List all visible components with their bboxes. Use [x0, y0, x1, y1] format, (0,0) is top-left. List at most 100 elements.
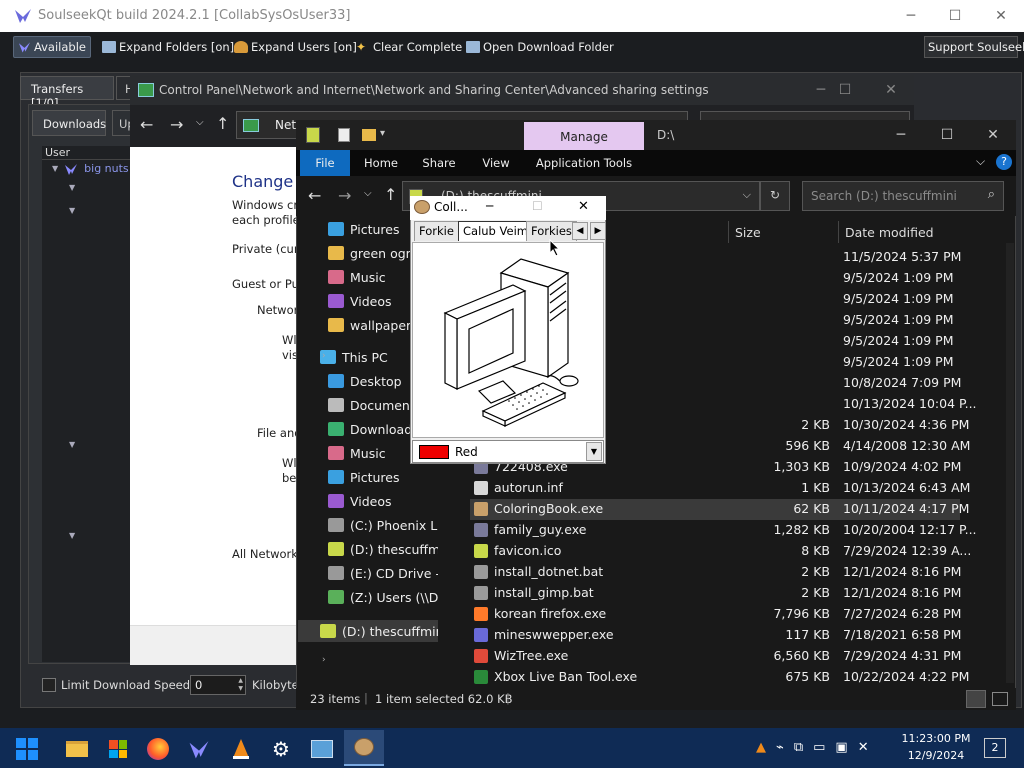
file-row[interactable]: ColoringBook.exe 62 KB 10/11/2024 4:17 PM — [470, 499, 969, 520]
column-header-date[interactable]: Date modified — [838, 221, 966, 243]
forward-arrow-icon[interactable]: → — [170, 115, 183, 134]
file-row[interactable]: install_gimp.bat 2 KB 12/1/2024 8:16 PM — [470, 583, 961, 604]
tab-view[interactable]: View — [474, 150, 518, 176]
control-panel-taskbar-icon[interactable] — [309, 736, 335, 762]
maximize-icon[interactable]: ☐ — [924, 120, 970, 150]
coloring-canvas[interactable] — [412, 242, 604, 438]
tab-file[interactable]: File — [300, 150, 350, 176]
network-icon[interactable]: ▣ — [835, 740, 847, 755]
tab-home[interactable]: Home — [358, 150, 404, 176]
explorer-titlebar[interactable]: ▾ ─ ☐ ✕ — [296, 120, 1016, 150]
limit-speed-checkbox[interactable] — [42, 678, 56, 692]
color-select[interactable]: Red ▼ — [412, 440, 604, 463]
minimize-icon[interactable]: ─ — [878, 120, 924, 150]
tree-item[interactable]: (C:) Phoenix Lite — [328, 514, 438, 536]
taskbar-clock[interactable]: 11:23:00 PM 12/9/2024 — [896, 730, 976, 764]
minimize-icon[interactable]: ─ — [888, 0, 934, 32]
expand-users-button[interactable]: Expand Users [on] — [230, 36, 361, 58]
settings-taskbar-icon[interactable]: ⚙ — [268, 736, 294, 762]
vlc-tray-icon[interactable]: ▲ — [756, 740, 766, 755]
back-arrow-icon[interactable]: ← — [308, 186, 321, 205]
tab-application-tools[interactable]: Application Tools — [530, 150, 638, 176]
chevron-down-icon[interactable]: ⌵ — [976, 154, 985, 169]
control-panel-titlebar[interactable]: Control Panel\Network and Internet\Netwo… — [130, 75, 914, 105]
tree-item[interactable]: Videos — [328, 490, 392, 512]
notifications-button[interactable]: 2 — [984, 738, 1006, 758]
scrollbar[interactable] — [1006, 243, 1014, 683]
coloring-book-titlebar[interactable]: Coll... ─ ☐ ✕ — [410, 196, 606, 220]
file-row[interactable]: family_guy.exe 1,282 KB 10/20/2004 12:17 P… — [470, 520, 977, 541]
tab-downloads[interactable]: Downloads — [32, 110, 106, 136]
file-row[interactable]: favicon.ico 8 KB 7/29/2024 12:39 A... — [470, 541, 971, 562]
maximize-icon[interactable]: ☐ — [822, 75, 868, 105]
tab-scroll-left-icon[interactable]: ◀ — [572, 222, 588, 240]
column-header-size[interactable]: Size — [728, 221, 838, 243]
clear-complete-button[interactable]: ✦ Clear Complete — [352, 36, 466, 58]
section-all-networks[interactable]: All Networks — [232, 547, 304, 561]
chevron-right-icon[interactable]: › — [322, 655, 326, 665]
tree-item[interactable]: Documents — [328, 394, 421, 416]
tray-icon[interactable]: ▭ — [813, 740, 825, 755]
forward-arrow-icon[interactable]: → — [338, 186, 351, 205]
file-row[interactable]: korean firefox.exe 7,796 KB 7/27/2024 6:28… — [470, 604, 961, 625]
file-row[interactable]: install_dotnet.bat 2 KB 12/1/2024 8:16 PM — [470, 562, 961, 583]
tree-item[interactable]: wallpapers — [328, 314, 418, 336]
collapse-arrow-icon[interactable]: ▼ — [69, 183, 75, 192]
properties-icon[interactable] — [338, 128, 350, 142]
tab-scroll-right-icon[interactable]: ▶ — [590, 222, 606, 240]
file-row[interactable]: Xbox Live Ban Tool.exe 675 KB 10/22/2024 4… — [470, 667, 969, 688]
coloring-tab[interactable]: Forkie — [414, 221, 459, 241]
user-row[interactable]: ▼ big nuts — [52, 162, 129, 175]
tree-item[interactable]: Pictures — [328, 218, 400, 240]
file-row[interactable]: autorun.inf 1 KB 10/13/2024 6:43 AM — [470, 478, 970, 499]
collapse-arrow-icon[interactable]: ▼ — [69, 206, 75, 215]
large-icons-view-icon[interactable] — [992, 692, 1008, 706]
close-icon[interactable]: ✕ — [868, 75, 914, 105]
file-explorer-taskbar-icon[interactable] — [64, 736, 90, 762]
support-soulseek-button[interactable]: Support Soulseek! — [924, 36, 1024, 58]
limit-speed-input[interactable]: 0 ▲ ▼ — [190, 675, 246, 695]
vlc-taskbar-icon[interactable] — [228, 736, 254, 762]
tree-item[interactable]: Music — [328, 442, 386, 464]
firefox-taskbar-icon[interactable] — [145, 736, 171, 762]
collapse-arrow-icon[interactable]: ▼ — [69, 531, 75, 540]
coloring-book-taskbar-icon[interactable] — [344, 730, 384, 766]
computer-drawing[interactable] — [413, 243, 603, 437]
tree-item[interactable]: (D:) thescuffmini — [328, 538, 438, 560]
tree-item[interactable]: Pictures — [328, 466, 400, 488]
tab-uploads[interactable]: Up — [112, 110, 135, 136]
chevron-down-icon[interactable]: ⌵ — [196, 117, 204, 128]
volume-muted-icon[interactable]: ✕ — [858, 740, 869, 755]
expand-folders-button[interactable]: Expand Folders [on] — [98, 36, 238, 58]
back-arrow-icon[interactable]: ← — [140, 115, 153, 134]
quick-access-dropdown-icon[interactable]: ▾ — [380, 128, 385, 139]
section-private[interactable]: Private (curr — [232, 242, 303, 256]
explorer-search-input[interactable]: Search (D:) thescuffmini ⌕ — [802, 181, 1004, 211]
tree-item[interactable]: (D:) thescuffmini — [320, 620, 438, 642]
section-guest[interactable]: Guest or Pul — [232, 277, 302, 291]
open-download-folder-button[interactable]: Open Download Folder — [462, 36, 618, 58]
coloring-tab-active[interactable]: Calub Veim — [458, 221, 533, 241]
tree-item[interactable]: green ogre — [328, 242, 418, 264]
minimize-icon[interactable]: ─ — [486, 199, 493, 213]
spin-arrows-icon[interactable]: ▲ ▼ — [238, 677, 243, 693]
chevron-down-icon[interactable]: ⌵ — [364, 188, 372, 199]
tree-item[interactable]: (Z:) Users (\\DE — [328, 586, 438, 608]
file-row[interactable]: mineswwepper.exe 117 KB 7/18/2021 6:58 PM — [470, 625, 961, 646]
collapse-arrow-icon[interactable]: ▼ — [69, 440, 75, 449]
tray-icon[interactable]: ⧉ — [794, 740, 803, 755]
collapse-arrow-icon[interactable]: ▼ — [52, 164, 58, 173]
tree-item[interactable]: Music — [328, 266, 386, 288]
soulseek-titlebar[interactable]: SoulseekQt build 2024.2.1 [CollabSysOsUs… — [0, 0, 1024, 32]
soulseek-taskbar-icon[interactable] — [186, 736, 212, 762]
store-taskbar-icon[interactable] — [105, 736, 131, 762]
tab-manage[interactable]: Manage — [524, 122, 644, 150]
new-folder-icon[interactable] — [362, 129, 376, 141]
tab-share[interactable]: Share — [416, 150, 462, 176]
close-icon[interactable]: ✕ — [578, 199, 589, 214]
close-icon[interactable]: ✕ — [978, 0, 1024, 32]
tree-item[interactable]: Downloads — [328, 418, 419, 440]
close-icon[interactable]: ✕ — [970, 120, 1016, 150]
maximize-icon[interactable]: ☐ — [932, 0, 978, 32]
tree-item[interactable]: (E:) CD Drive - V — [328, 562, 438, 584]
